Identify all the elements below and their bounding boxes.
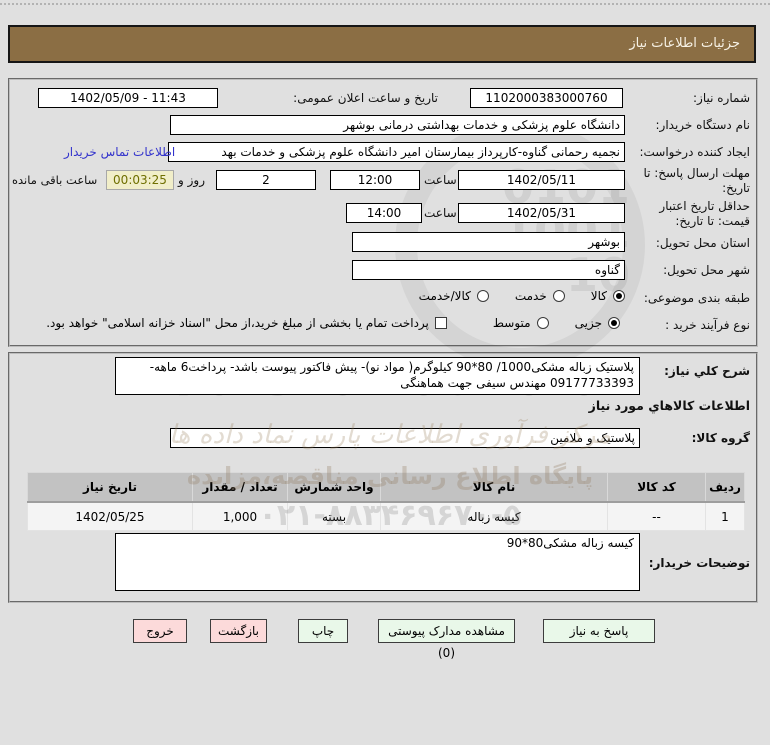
table-header-2: نام کالا: [380, 472, 608, 503]
delivery-city-label: شهر محل تحویل:: [663, 263, 750, 277]
table-row: 1 -- کیسه زباله بسته 1,000 1402/05/25: [27, 501, 745, 531]
deadline-hour-label: ساعت: [424, 173, 457, 187]
radio-goods[interactable]: [613, 290, 625, 302]
need-number-field[interactable]: 1102000383000760: [470, 88, 623, 108]
table-cell: 1: [705, 501, 745, 531]
request-creator-field[interactable]: نجمیه رحمانی گناوه-کارپرداز بیمارستان ام…: [168, 142, 625, 162]
table-cell: بسته: [287, 501, 381, 531]
delivery-city-field[interactable]: گناوه: [352, 260, 625, 280]
need-description-label: شرح کلي نیاز:: [664, 364, 750, 378]
buyer-remarks-label: توضیحات خریدار:: [648, 556, 750, 570]
exit-button[interactable]: خروج: [133, 619, 187, 643]
response-deadline-label: مهلت ارسال پاسخ: تا تاریخ:: [643, 166, 750, 195]
announce-datetime-field[interactable]: 1402/05/09 - 11:43: [38, 88, 218, 108]
respond-button[interactable]: پاسخ به نیاز: [543, 619, 655, 643]
table-cell: کیسه زباله: [380, 501, 608, 531]
items-table-head-row: ردیف کد کالا نام کالا واحد شمارش تعداد / مقد…: [27, 472, 745, 503]
subject-classification-options: کالا خدمت کالا/خدمت: [419, 289, 625, 303]
page-title: جزئیات اطلاعات نیاز: [629, 36, 740, 51]
countdown-timer-field: 00:03:25: [106, 170, 174, 190]
buyer-remarks-field[interactable]: کیسه زباله مشکی‎90*80: [115, 533, 640, 591]
radio-minor[interactable]: [608, 317, 620, 329]
remaining-days-field[interactable]: 2: [216, 170, 316, 190]
items-table-body: 1 -- کیسه زباله بسته 1,000 1402/05/25: [27, 501, 745, 531]
table-header-5: تاریخ نیاز: [27, 472, 193, 503]
table-cell: 1402/05/25: [27, 501, 193, 531]
goods-section-title: اطلاعات کالاهاي مورد نیاز: [588, 398, 750, 413]
radio-service[interactable]: [552, 290, 565, 302]
announce-datetime-label: تاریخ و ساعت اعلان عمومی:: [293, 91, 438, 105]
radio-goods-service-label: کالا/خدمت: [418, 289, 471, 303]
goods-group-field[interactable]: پلاستیک و ملامین: [170, 428, 640, 448]
hours-remaining-label: ساعت باقی مانده: [12, 173, 98, 187]
days-and-label: روز و: [178, 173, 205, 187]
radio-goods-label: کالا: [590, 289, 607, 303]
subject-classification-label: طبقه بندی موضوعی:: [643, 291, 750, 305]
radio-service-label: خدمت: [514, 289, 547, 303]
treasury-checkbox-label: پرداخت تمام یا بخشی از مبلغ خرید،از محل …: [46, 316, 429, 330]
validity-hour-label: ساعت: [424, 206, 457, 220]
radio-goods-service[interactable]: [476, 290, 489, 302]
top-dotted-divider: [0, 3, 770, 5]
price-validity-label: حداقل تاریخ اعتبار قیمت: تا تاریخ:: [659, 199, 750, 228]
buyer-org-field[interactable]: دانشگاه علوم پزشکی و خدمات بهداشتی درمان…: [170, 115, 625, 135]
request-creator-label: ایجاد کننده درخواست:: [639, 145, 750, 159]
deadline-date-field[interactable]: 1402/05/11: [458, 170, 625, 190]
validity-date-field[interactable]: 1402/05/31: [458, 203, 625, 223]
delivery-province-field[interactable]: بوشهر: [352, 232, 625, 252]
radio-medium[interactable]: [536, 317, 549, 329]
purchase-process-options: جزیی متوسط پرداخت تمام یا بخشی از مبلغ خ…: [46, 316, 620, 330]
table-header-3: واحد شمارش: [287, 472, 381, 503]
buyer-contact-link[interactable]: اطلاعات تماس خریدار: [64, 145, 175, 159]
back-button[interactable]: بازگشت: [210, 619, 267, 643]
table-cell: --: [607, 501, 706, 531]
items-table: ردیف کد کالا نام کالا واحد شمارش تعداد / مقد…: [27, 472, 745, 531]
validity-time-field[interactable]: 14:00: [346, 203, 422, 223]
table-header-4: تعداد / مقدار: [192, 472, 288, 503]
table-header-1: کد کالا: [607, 472, 706, 503]
goods-group-label: گروه کالا:: [691, 431, 750, 445]
view-attachments-button[interactable]: مشاهده مدارک پیوستی (0): [378, 619, 515, 660]
table-cell: 1,000: [192, 501, 288, 531]
page-title-bar: جزئیات اطلاعات نیاز: [8, 25, 756, 63]
treasury-checkbox[interactable]: [434, 317, 447, 329]
need-number-label: شماره نیاز:: [693, 91, 750, 105]
table-header-0: ردیف: [705, 472, 745, 503]
deadline-time-field[interactable]: 12:00: [330, 170, 420, 190]
buyer-org-label: نام دستگاه خریدار:: [655, 118, 751, 132]
print-button[interactable]: چاپ: [298, 619, 348, 643]
need-description-field[interactable]: پلاستیک زباله مشکی‎90*80 /1000 کیلوگرم( …: [115, 357, 640, 395]
radio-medium-label: متوسط: [492, 316, 531, 330]
radio-minor-label: جزیی: [574, 316, 602, 330]
delivery-province-label: استان محل تحویل:: [655, 236, 750, 250]
purchase-process-label: نوع فرآیند خرید :: [665, 318, 750, 332]
